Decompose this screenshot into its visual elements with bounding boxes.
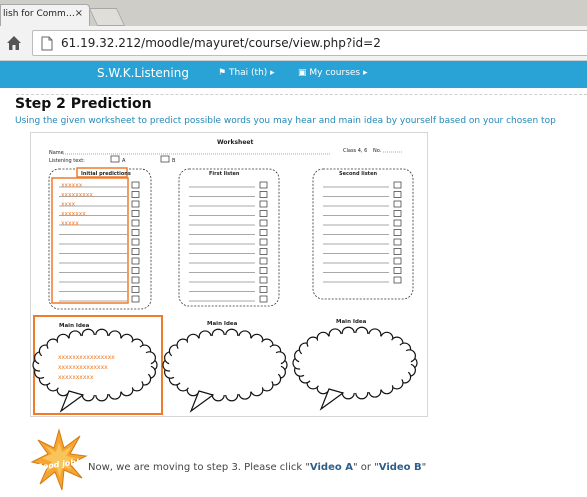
answer-checkbox <box>131 200 140 208</box>
answer-checkbox <box>393 238 402 246</box>
answer-checkbox <box>259 181 268 189</box>
answer-checkbox <box>259 191 268 198</box>
new-tab-button[interactable] <box>88 8 126 26</box>
good-job-badge-icon: Good job! <box>30 428 88 491</box>
prediction-word: xxxxxxx <box>61 211 86 218</box>
main-idea-label-1: Main Idea <box>59 323 90 329</box>
answer-checkbox <box>259 219 268 227</box>
video-a-link[interactable]: Video A <box>310 462 353 473</box>
answer-checkbox <box>393 257 402 265</box>
answer-checkbox <box>259 295 268 303</box>
answer-checkbox <box>259 238 268 246</box>
answer-checkbox <box>393 191 402 198</box>
answer-checkbox <box>131 191 140 198</box>
main-idea-line-3: xxxxxxxxxx <box>58 374 94 381</box>
answer-checkbox <box>131 238 140 246</box>
answer-checkbox <box>259 276 268 284</box>
listening-text-label: Listening text: <box>49 158 85 164</box>
caret-right-icon: ▸ <box>270 68 275 78</box>
section-instruction: Using the given worksheet to predict pos… <box>15 116 556 126</box>
my-courses-menu[interactable]: ▣ My courses ▸ <box>298 68 368 78</box>
answer-checkbox <box>131 229 140 236</box>
caret-right-icon: ▸ <box>363 68 368 78</box>
bubble-fill <box>299 333 411 393</box>
step3-message: Now, we are moving to step 3. Please cli… <box>88 462 426 473</box>
name-label: Name <box>49 150 64 156</box>
answer-checkbox <box>393 276 402 284</box>
answer-checkbox <box>393 267 402 274</box>
message-prefix: Now, we are moving to step 3. Please cli… <box>88 462 310 473</box>
browser-tab[interactable]: lish for Comm… × <box>0 4 90 26</box>
url-input[interactable]: 61.19.32.212/moodle/mayuret/course/view.… <box>32 30 587 56</box>
address-bar: 61.19.32.212/moodle/mayuret/course/view.… <box>0 26 587 61</box>
answer-checkbox <box>131 295 140 303</box>
col2-title: First listen <box>209 171 240 177</box>
my-courses-label: My courses <box>309 68 361 78</box>
answer-checkbox <box>393 248 402 255</box>
section-heading: Step 2 Prediction <box>15 96 152 112</box>
no-label: No. <box>373 148 382 154</box>
speech-bubble-2 <box>162 328 288 413</box>
option-b-label: B <box>172 158 176 164</box>
message-suffix: " <box>421 462 427 473</box>
briefcase-icon: ▣ <box>298 68 307 78</box>
answer-checkbox <box>259 210 268 217</box>
answer-checkbox <box>393 200 402 208</box>
answer-checkbox <box>259 229 268 236</box>
answer-checkbox <box>131 286 140 293</box>
main-idea-line-2: xxxxxxxxxxxxxx <box>58 364 108 371</box>
prediction-word: xxxxx <box>61 220 79 227</box>
answer-checkbox <box>131 267 140 274</box>
answer-checkbox <box>259 200 268 208</box>
col3-title: Second listen <box>339 171 377 177</box>
answer-checkbox <box>393 219 402 227</box>
main-idea-label-3: Main Idea <box>336 319 367 325</box>
video-b-link[interactable]: Video B <box>379 462 422 473</box>
answer-checkbox <box>131 219 140 227</box>
option-b-checkbox <box>160 155 170 163</box>
page-icon <box>41 36 53 51</box>
answer-checkbox <box>393 181 402 189</box>
answer-checkbox <box>259 286 268 293</box>
main-idea-line-1: xxxxxxxxxxxxxxxx <box>58 354 115 361</box>
main-idea-label-2: Main Idea <box>207 321 238 327</box>
site-navbar: S.W.K.Listening ⚑ Thai (th) ▸ ▣ My cours… <box>0 61 587 88</box>
message-mid: " or " <box>352 462 379 473</box>
option-a-checkbox <box>110 155 120 163</box>
section-divider <box>16 94 587 95</box>
language-menu[interactable]: ⚑ Thai (th) ▸ <box>218 68 275 78</box>
answer-checkbox <box>131 210 140 217</box>
answer-checkbox <box>393 229 402 236</box>
answer-checkbox <box>393 210 402 217</box>
answer-checkbox <box>259 267 268 274</box>
prediction-word: xxxxxx <box>61 182 83 189</box>
worksheet-title: Worksheet <box>217 139 253 146</box>
tab-close-icon[interactable]: × <box>75 8 83 19</box>
option-a-label: A <box>122 158 126 164</box>
prediction-word: xxxxxxxxx <box>61 192 93 199</box>
site-title-link[interactable]: S.W.K.Listening <box>97 66 189 80</box>
column-frame-2 <box>178 168 280 307</box>
answer-checkbox <box>131 276 140 284</box>
speech-bubble-3 <box>292 326 418 411</box>
flag-icon: ⚑ <box>218 68 227 78</box>
language-label: Thai (th) <box>228 68 268 78</box>
tab-title: lish for Comm… <box>3 9 75 19</box>
prediction-word: xxxx <box>61 201 76 208</box>
col1-title: Initial predictions <box>81 171 131 177</box>
worksheet-image: Worksheet Name Class 4, 6 No. Listening … <box>30 132 428 417</box>
home-icon[interactable] <box>6 35 22 51</box>
browser-tab-strip: lish for Comm… × <box>0 0 587 26</box>
answer-checkbox <box>131 257 140 265</box>
answer-checkbox <box>259 257 268 265</box>
answer-checkbox <box>259 248 268 255</box>
url-text: 61.19.32.212/moodle/mayuret/course/view.… <box>61 36 381 50</box>
answer-checkbox <box>131 181 140 189</box>
answer-checkbox <box>131 248 140 255</box>
class-label: Class 4, 6 <box>343 148 367 154</box>
bubble-fill <box>169 335 281 395</box>
